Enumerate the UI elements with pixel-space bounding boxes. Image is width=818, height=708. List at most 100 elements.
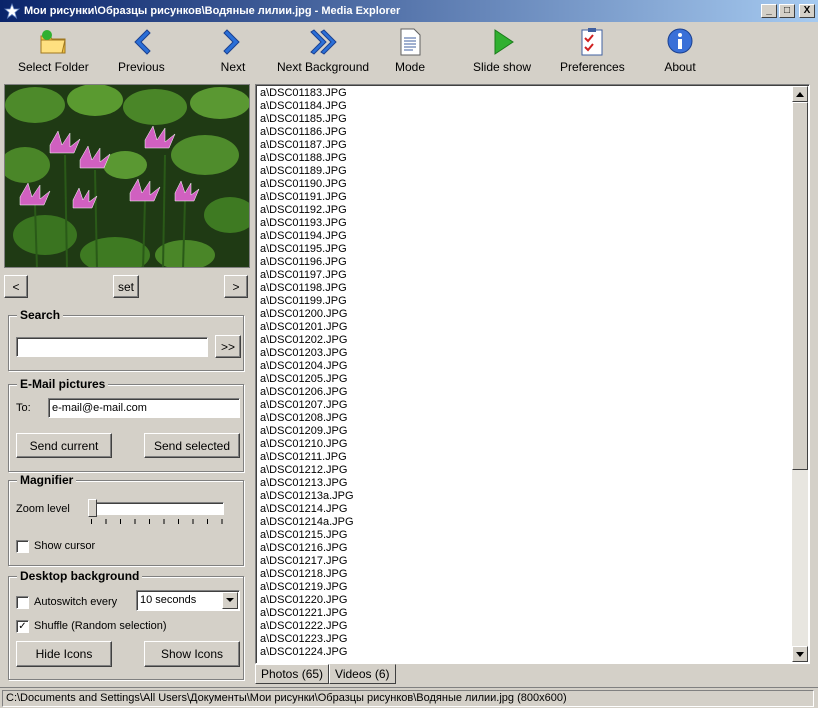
shuffle-label: Shuffle (Random selection): [34, 620, 167, 632]
search-input[interactable]: [16, 337, 208, 357]
shuffle-checkbox[interactable]: ✓: [16, 620, 29, 633]
list-item[interactable]: a\DSC01185.JPG: [260, 113, 809, 126]
list-item[interactable]: a\DSC01208.JPG: [260, 412, 809, 425]
dropdown-arrow-button[interactable]: [222, 592, 238, 609]
list-item[interactable]: a\DSC01213.JPG: [260, 477, 809, 490]
list-item[interactable]: a\DSC01200.JPG: [260, 308, 809, 321]
send-selected-button[interactable]: Send selected: [144, 433, 240, 458]
mode-button[interactable]: Mode: [394, 26, 426, 76]
slide-show-label: Slide show: [473, 60, 532, 74]
list-item[interactable]: a\DSC01207.JPG: [260, 399, 809, 412]
list-item[interactable]: a\DSC01218.JPG: [260, 568, 809, 581]
list-item[interactable]: a\DSC01205.JPG: [260, 373, 809, 386]
vertical-scrollbar[interactable]: [792, 86, 808, 662]
list-item[interactable]: a\DSC01217.JPG: [260, 555, 809, 568]
list-item[interactable]: a\DSC01183.JPG: [260, 87, 809, 100]
close-button[interactable]: X: [799, 4, 815, 18]
document-icon: [400, 28, 421, 56]
search-go-button[interactable]: >>: [215, 335, 241, 358]
list-item[interactable]: a\DSC01184.JPG: [260, 100, 809, 113]
send-current-button[interactable]: Send current: [16, 433, 112, 458]
list-item[interactable]: a\DSC01206.JPG: [260, 386, 809, 399]
play-icon: [494, 29, 514, 55]
list-item[interactable]: a\DSC01193.JPG: [260, 217, 809, 230]
list-item[interactable]: a\DSC01188.JPG: [260, 152, 809, 165]
list-item[interactable]: a\DSC01214.JPG: [260, 503, 809, 516]
title-bar[interactable]: Мои рисунки\Образцы рисунков\Водяные лил…: [0, 0, 818, 22]
set-button[interactable]: set: [113, 275, 139, 298]
list-item[interactable]: a\DSC01204.JPG: [260, 360, 809, 373]
file-list[interactable]: a\DSC01183.JPG a\DSC01184.JPG a\DSC01185.J…: [255, 84, 810, 664]
slide-show-button[interactable]: Slide show: [473, 26, 531, 76]
desktop-background-title: Desktop background: [17, 569, 143, 583]
list-item[interactable]: a\DSC01190.JPG: [260, 178, 809, 191]
list-item[interactable]: a\DSC01201.JPG: [260, 321, 809, 334]
list-item[interactable]: a\DSC01194.JPG: [260, 230, 809, 243]
list-item[interactable]: a\DSC01215.JPG: [260, 529, 809, 542]
list-item[interactable]: a\DSC01192.JPG: [260, 204, 809, 217]
preferences-button[interactable]: Preferences: [560, 26, 625, 76]
autoswitch-checkbox[interactable]: [16, 596, 29, 609]
select-folder-button[interactable]: Select Folder: [18, 26, 89, 76]
tab-videos[interactable]: Videos (6): [329, 664, 396, 684]
list-item[interactable]: a\DSC01221.JPG: [260, 607, 809, 620]
about-label: About: [664, 60, 696, 74]
list-item[interactable]: a\DSC01199.JPG: [260, 295, 809, 308]
email-to-input[interactable]: [48, 398, 240, 418]
zoom-slider[interactable]: [88, 498, 228, 526]
list-item[interactable]: a\DSC01222.JPG: [260, 620, 809, 633]
list-item[interactable]: a\DSC01198.JPG: [260, 282, 809, 295]
list-item[interactable]: a\DSC01189.JPG: [260, 165, 809, 178]
tab-photos[interactable]: Photos (65): [255, 664, 330, 684]
list-item[interactable]: a\DSC01213a.JPG: [260, 490, 809, 503]
list-item[interactable]: a\DSC01196.JPG: [260, 256, 809, 269]
list-item[interactable]: a\DSC01202.JPG: [260, 334, 809, 347]
hide-icons-button[interactable]: Hide Icons: [16, 641, 112, 667]
show-cursor-label: Show cursor: [34, 540, 96, 552]
list-item[interactable]: a\DSC01209.JPG: [260, 425, 809, 438]
maximize-button[interactable]: □: [779, 4, 795, 18]
next-background-button[interactable]: Next Background: [277, 26, 369, 76]
preview-prev-button[interactable]: <: [4, 275, 28, 298]
list-item[interactable]: a\DSC01187.JPG: [260, 139, 809, 152]
checklist-icon: [581, 28, 603, 56]
folder-icon: [40, 30, 66, 54]
list-item[interactable]: a\DSC01195.JPG: [260, 243, 809, 256]
list-item[interactable]: a\DSC01186.JPG: [260, 126, 809, 139]
image-preview[interactable]: [4, 84, 250, 268]
chevron-up-icon: [796, 91, 804, 97]
list-item[interactable]: a\DSC01212.JPG: [260, 464, 809, 477]
scroll-up-button[interactable]: [792, 86, 808, 102]
select-folder-label: Select Folder: [18, 60, 89, 74]
mode-label: Mode: [394, 60, 426, 74]
list-item[interactable]: a\DSC01223.JPG: [260, 633, 809, 646]
show-icons-button[interactable]: Show Icons: [144, 641, 240, 667]
zoom-slider-thumb[interactable]: [88, 499, 97, 517]
scroll-down-button[interactable]: [792, 646, 808, 662]
list-item[interactable]: a\DSC01210.JPG: [260, 438, 809, 451]
list-item[interactable]: a\DSC01203.JPG: [260, 347, 809, 360]
list-item[interactable]: a\DSC01219.JPG: [260, 581, 809, 594]
star-icon: [4, 3, 20, 19]
email-to-label: To:: [16, 402, 31, 414]
next-label: Next: [220, 60, 246, 74]
list-item[interactable]: a\DSC01220.JPG: [260, 594, 809, 607]
preview-next-button[interactable]: >: [224, 275, 248, 298]
next-button[interactable]: Next: [217, 26, 249, 76]
media-tabs: Photos (65) Videos (6): [255, 664, 396, 684]
info-icon: [667, 28, 693, 54]
previous-button[interactable]: Previous: [118, 26, 165, 76]
list-item[interactable]: a\DSC01214a.JPG: [260, 516, 809, 529]
chevron-down-icon: [226, 598, 234, 602]
list-item[interactable]: a\DSC01224.JPG: [260, 646, 809, 659]
scrollbar-thumb[interactable]: [792, 102, 808, 470]
minimize-button[interactable]: _: [761, 4, 777, 18]
list-item[interactable]: a\DSC01216.JPG: [260, 542, 809, 555]
show-cursor-checkbox[interactable]: [16, 540, 29, 553]
list-item[interactable]: a\DSC01197.JPG: [260, 269, 809, 282]
list-item[interactable]: a\DSC01211.JPG: [260, 451, 809, 464]
about-button[interactable]: About: [664, 26, 696, 76]
toolbar: Select Folder Previous Next Next Backgro…: [0, 22, 818, 78]
interval-select[interactable]: 10 seconds: [136, 590, 240, 611]
list-item[interactable]: a\DSC01191.JPG: [260, 191, 809, 204]
